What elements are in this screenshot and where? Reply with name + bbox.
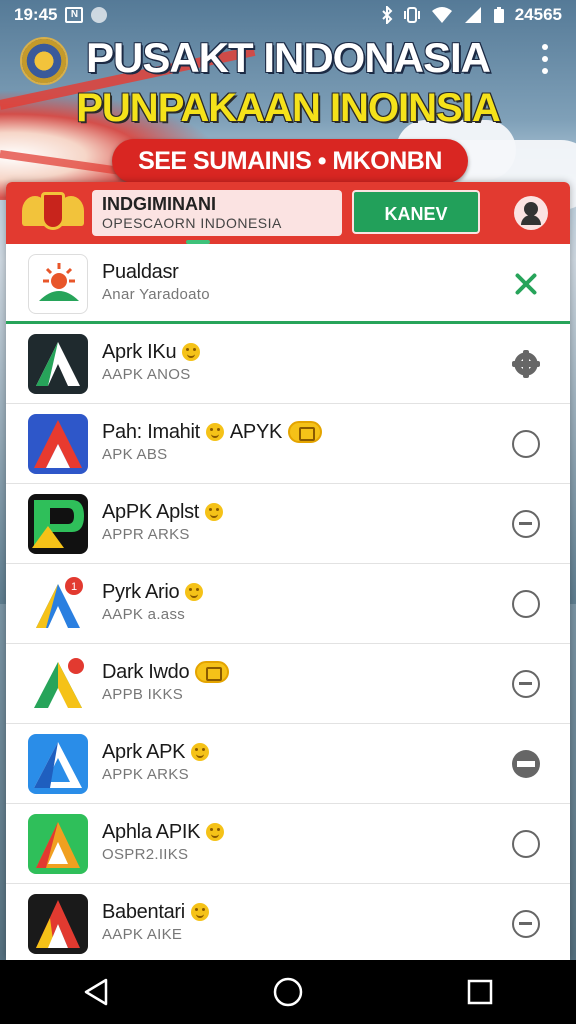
app-title: Aprk APK bbox=[102, 741, 186, 763]
svg-text:1: 1 bbox=[71, 581, 77, 593]
garuda-crest-icon bbox=[22, 188, 84, 238]
app-subtitle: AAPK AIKE bbox=[102, 926, 183, 943]
radio-circle-icon[interactable] bbox=[512, 430, 540, 458]
list-item[interactable]: Aprk APK APPK ARKS bbox=[6, 724, 570, 804]
app-title: Pualdasr bbox=[102, 261, 179, 283]
banner-action-button[interactable]: KANEV bbox=[352, 190, 480, 234]
smile-emoji-icon bbox=[191, 743, 210, 761]
home-icon[interactable] bbox=[268, 972, 308, 1012]
list-item[interactable]: Pualdasr Anar Yaradoato bbox=[6, 244, 570, 324]
battery-icon bbox=[493, 7, 504, 23]
app-subtitle: AAPK ANOS bbox=[102, 366, 191, 383]
apk-a-red-icon bbox=[28, 414, 88, 474]
list-item[interactable]: Aprk IKu AAPK ANOS bbox=[6, 324, 570, 404]
app-subtitle: APPB IKKS bbox=[102, 686, 184, 703]
badge-pill-icon bbox=[288, 421, 323, 443]
app-title: Dark Iwdo bbox=[102, 661, 190, 683]
app-list-card: INDGIMINANI OPESCAORN INDONESIA KANEV Pu… bbox=[6, 182, 570, 960]
app-title: Aphla APIK bbox=[102, 821, 201, 843]
app-title: ApPK Aplst bbox=[102, 501, 200, 523]
apk-a-blue-triangle-icon bbox=[28, 734, 88, 794]
settings-gear-icon[interactable] bbox=[512, 350, 540, 378]
app-subtitle: APK ABS bbox=[102, 446, 168, 463]
smile-emoji-icon bbox=[190, 903, 209, 921]
system-nav-bar bbox=[0, 960, 576, 1024]
app-title: Pyrk Ario bbox=[102, 581, 180, 603]
remove-circle-icon[interactable] bbox=[512, 910, 540, 938]
smile-emoji-icon bbox=[205, 503, 224, 521]
card-banner: INDGIMINANI OPESCAORN INDONESIA KANEV bbox=[6, 182, 570, 244]
list-item[interactable]: Babentari AAPK AIKE bbox=[6, 884, 570, 960]
list-item[interactable]: 1 Pyrk Ario AAPK a.ass bbox=[6, 564, 570, 644]
list-item[interactable]: Dark Iwdo APPB IKKS bbox=[6, 644, 570, 724]
status-right-text: 24565 bbox=[514, 5, 562, 24]
remove-circle-icon[interactable] bbox=[512, 670, 540, 698]
wifi-icon bbox=[431, 7, 452, 23]
app-subtitle: Anar Yaradoato bbox=[102, 286, 210, 303]
app-title: Aprk IKu bbox=[102, 341, 177, 363]
app-list: Pualdasr Anar Yaradoato Aprk IKu AAPK AN… bbox=[6, 244, 570, 960]
smile-emoji-icon bbox=[182, 343, 201, 361]
radio-circle-icon[interactable] bbox=[512, 830, 540, 858]
app-subtitle: APPR ARKS bbox=[102, 526, 190, 543]
apk-a-multicolor-icon bbox=[28, 654, 88, 714]
app-title: Pah: Imahit bbox=[102, 421, 200, 443]
list-item[interactable]: ApPK Aplst APPR ARKS bbox=[6, 484, 570, 564]
sun-logo-icon bbox=[28, 254, 88, 314]
apk-a-green-icon bbox=[28, 814, 88, 874]
smile-emoji-icon bbox=[205, 423, 224, 441]
header-title: PUSAKT INDONASIA bbox=[85, 34, 491, 81]
apk-a-blue-icon: 1 bbox=[28, 574, 88, 634]
app-title-suffix: APYK bbox=[229, 421, 283, 443]
app-title: Babentari bbox=[102, 901, 185, 923]
banner-title: INDGIMINANI bbox=[102, 194, 216, 214]
user-avatar-icon[interactable] bbox=[514, 196, 548, 230]
bluetooth-icon bbox=[382, 6, 393, 24]
status-time: 19:45 bbox=[14, 5, 58, 24]
banner-info: INDGIMINANI OPESCAORN INDONESIA bbox=[92, 190, 342, 236]
app-subtitle: AAPK a.ass bbox=[102, 606, 186, 623]
remove-circle-icon[interactable] bbox=[512, 510, 540, 538]
app-subtitle: OSPR2.IIKS bbox=[102, 846, 189, 863]
smile-emoji-icon bbox=[185, 583, 204, 601]
notification-icon: N bbox=[65, 7, 84, 23]
signal-icon bbox=[464, 7, 481, 23]
apk-a-black-icon bbox=[28, 894, 88, 954]
list-item[interactable]: Aphla APIK OSPR2.IIKS bbox=[6, 804, 570, 884]
recents-icon[interactable] bbox=[460, 972, 500, 1012]
badge-pill-icon bbox=[195, 661, 230, 683]
status-bar: 19:45 N 24565 bbox=[0, 0, 576, 30]
back-icon[interactable] bbox=[76, 972, 116, 1012]
header-subtitle: PUNPAKAAN INOINSIA bbox=[76, 86, 501, 130]
vibrate-icon bbox=[403, 7, 420, 23]
radio-circle-icon[interactable] bbox=[512, 590, 540, 618]
header-ribbon: SEE SUMAINIS • MKONBN bbox=[112, 139, 468, 183]
banner-subtitle: OPESCAORN INDONESIA bbox=[102, 215, 282, 231]
close-icon[interactable] bbox=[512, 270, 540, 298]
settings-minus-icon[interactable] bbox=[512, 750, 540, 778]
app-subtitle: APPK ARKS bbox=[102, 766, 189, 783]
smile-emoji-icon bbox=[206, 823, 225, 841]
apk-a-dark-icon bbox=[28, 334, 88, 394]
app-notification-icon bbox=[91, 7, 108, 23]
apk-p-green-icon bbox=[28, 494, 88, 554]
list-item[interactable]: Pah: Imahit APYK APK ABS bbox=[6, 404, 570, 484]
